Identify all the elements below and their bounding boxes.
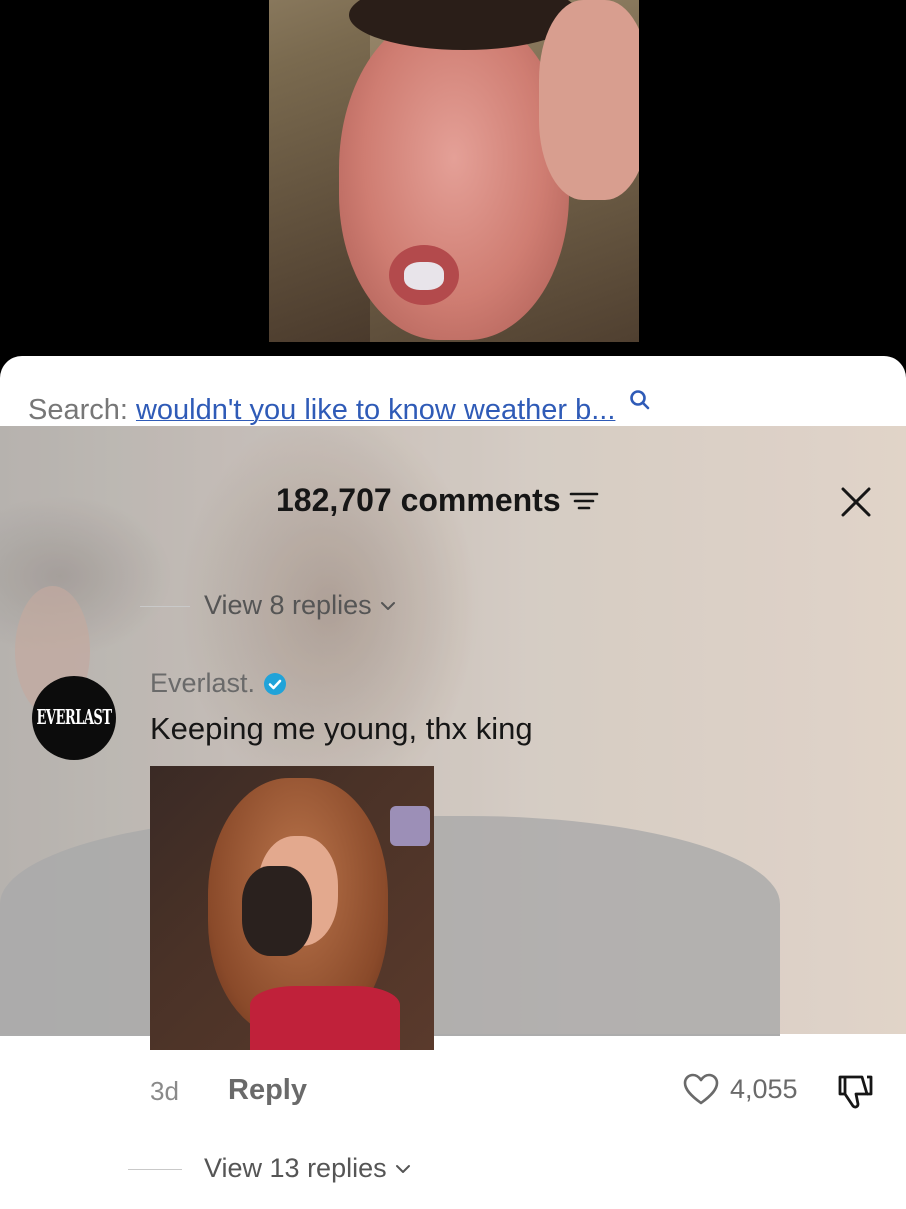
heart-icon[interactable] [682,1072,720,1106]
close-icon[interactable] [836,482,876,522]
verified-badge-icon [264,672,287,695]
gif-background-light [390,806,430,846]
filter-icon[interactable] [569,488,599,514]
username: Everlast. [150,668,256,698]
reply-thread-line-bottom [128,1169,182,1170]
comments-sheet: Search: wouldn't you like to know weathe… [0,356,906,1209]
comment-gif[interactable] [150,766,434,1050]
gif-red-top [250,986,400,1050]
chevron-down-icon [395,1164,410,1173]
search-query-link[interactable]: wouldn't you like to know weather b... [136,394,615,427]
video-teeth [404,262,444,290]
comments-header: 182,707 comments [0,482,906,532]
view-replies-bottom-label: View 13 replies [204,1153,387,1183]
video-player-top[interactable] [0,0,906,360]
video-thumbnail [269,0,639,342]
view-replies-top-label: View 8 replies [204,590,372,620]
comment-author[interactable]: Everlast. [150,668,287,699]
gif-hand [242,866,312,956]
like-count: 4,055 [730,1073,798,1104]
view-replies-bottom[interactable]: View 13 replies [204,1153,411,1184]
like-button[interactable]: 4,055 [682,1072,798,1106]
search-suggestion[interactable]: Search: wouldn't you like to know weathe… [28,390,651,427]
view-replies-top[interactable]: View 8 replies [204,590,396,621]
comment-text: Keeping me young, thx king [150,711,533,746]
avatar-logo-text: EVERLAST [36,706,113,730]
search-icon[interactable] [629,389,651,411]
comment-count-label: 182,707 comments [276,482,561,518]
search-label: Search: [28,394,128,426]
comment-actions: 3d Reply 4,055 [0,1072,906,1112]
comment-count-title[interactable]: 182,707 comments [276,482,599,519]
comment-timestamp: 3d [150,1076,179,1106]
video-face [339,10,569,340]
reply-thread-line [140,606,190,607]
reply-button[interactable]: Reply [228,1074,307,1107]
video-hand [539,0,639,200]
avatar[interactable]: EVERLAST [32,676,116,760]
chevron-down-icon [380,601,395,610]
dislike-icon[interactable] [834,1072,876,1112]
